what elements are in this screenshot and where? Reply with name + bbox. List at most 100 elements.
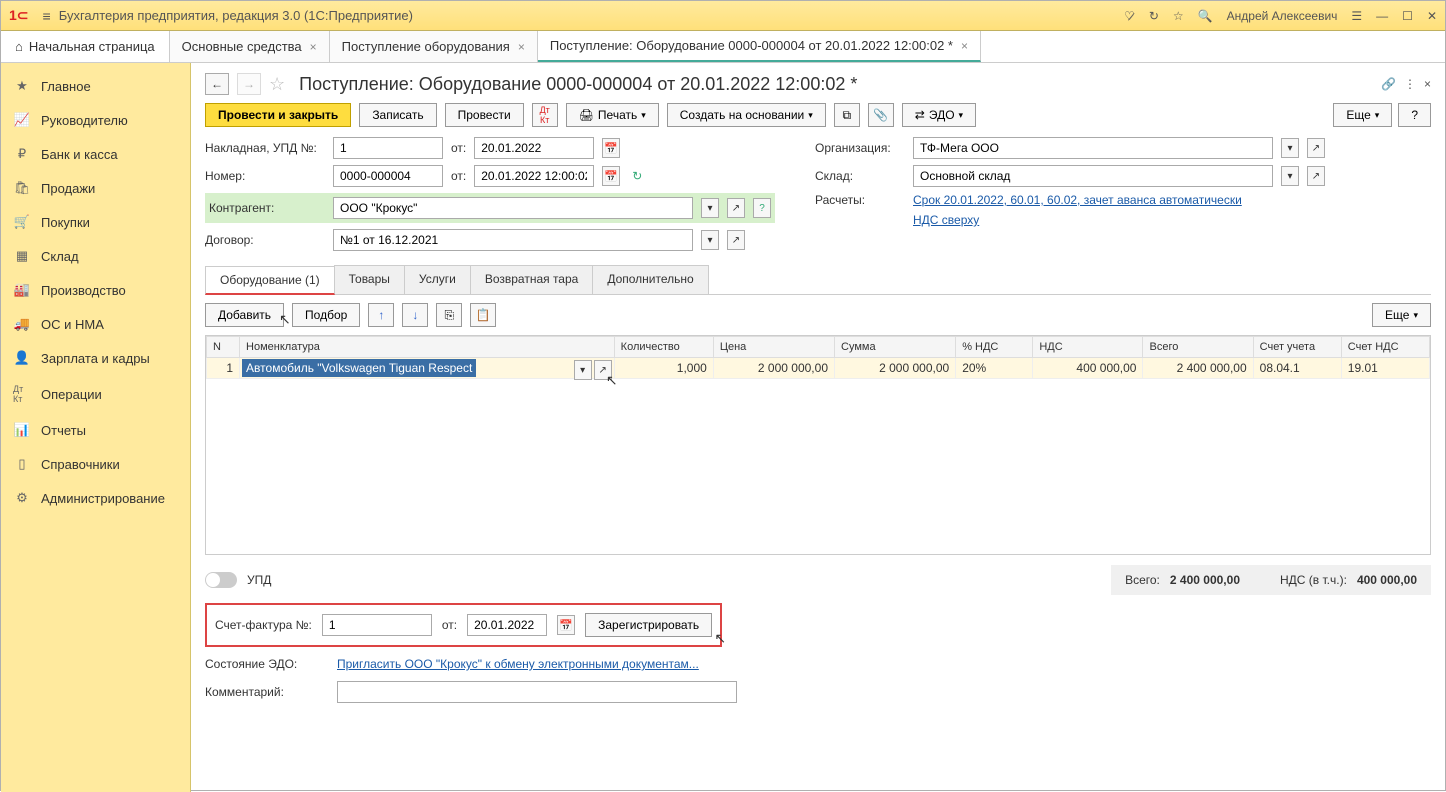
help-icon[interactable]: ? (753, 198, 771, 218)
tab-extra[interactable]: Дополнительно (592, 265, 708, 294)
sidebar-item-reports[interactable]: 📊Отчеты (1, 413, 190, 447)
sidebar-item-main[interactable]: ★Главное (1, 69, 190, 103)
sf-no-input[interactable] (322, 614, 432, 636)
sklad-input[interactable] (913, 165, 1273, 187)
edo-invite-link[interactable]: Пригласить ООО "Крокус" к обмену электро… (337, 657, 699, 671)
user-name[interactable]: Андрей Алексеевич (1227, 9, 1338, 23)
post-button[interactable]: Провести (445, 103, 524, 127)
dropdown-icon[interactable]: ▾ (701, 230, 719, 250)
sidebar-item-production[interactable]: 🏭Производство (1, 273, 190, 307)
number-date-input[interactable] (474, 165, 594, 187)
sidebar-item-manager[interactable]: 📈Руководителю (1, 103, 190, 137)
write-button[interactable]: Записать (359, 103, 436, 127)
add-button[interactable]: Добавить (205, 303, 284, 327)
more-icon[interactable]: ⋮ (1404, 77, 1416, 91)
dt-kt-button[interactable]: ДтКт (532, 103, 558, 127)
equipment-table: N Номенклатура Количество Цена Сумма % Н… (205, 335, 1431, 555)
upd-label: УПД (247, 573, 271, 587)
tab-home[interactable]: ⌂ Начальная страница (1, 31, 170, 62)
maximize-icon[interactable]: ☐ (1402, 9, 1413, 23)
tab-tara[interactable]: Возвратная тара (470, 265, 594, 294)
edo-button[interactable]: ⇄ЭДО (902, 103, 976, 127)
attach-button[interactable]: 📎 (868, 103, 894, 127)
tab-current-document[interactable]: Поступление: Оборудование 0000-000004 от… (538, 31, 981, 62)
back-button[interactable]: ← (205, 73, 229, 95)
gear-icon: ⚙ (13, 490, 31, 506)
raschety-link[interactable]: Срок 20.01.2022, 60.01, 60.02, зачет ава… (913, 193, 1242, 207)
sf-date-input[interactable] (467, 614, 547, 636)
close-icon[interactable]: × (518, 40, 525, 54)
print-button[interactable]: 🖨Печать (566, 103, 659, 127)
col-vat-acct: Счет НДС (1341, 337, 1429, 358)
register-button[interactable]: Зарегистрировать (585, 613, 712, 637)
pick-button[interactable]: Подбор (292, 303, 360, 327)
search-icon[interactable]: 🔍 (1198, 9, 1213, 23)
close-icon[interactable]: × (310, 40, 317, 54)
bell-icon[interactable]: ♡̷ (1124, 9, 1135, 23)
menu-icon[interactable]: ≡ (43, 8, 51, 24)
tab-services[interactable]: Услуги (404, 265, 471, 294)
nds-link[interactable]: НДС сверху (913, 213, 979, 227)
col-sum: Сумма (835, 337, 956, 358)
nomen-cell-editing[interactable]: Автомобиль "Volkswagen Tiguan Respect (242, 359, 476, 377)
copy-button[interactable]: ⎘ (436, 303, 462, 327)
comment-label: Комментарий: (205, 685, 325, 699)
settings-icon[interactable]: ☰ (1351, 9, 1362, 23)
calendar-icon[interactable]: 📅 (602, 166, 620, 186)
contragent-input[interactable] (333, 197, 693, 219)
tab-goods[interactable]: Товары (334, 265, 405, 294)
dropdown-icon[interactable]: ▾ (1281, 166, 1299, 186)
upd-toggle[interactable] (205, 572, 237, 588)
paste-button[interactable]: 📋 (470, 303, 496, 327)
minimize-icon[interactable]: — (1376, 9, 1388, 23)
help-button[interactable]: ? (1398, 103, 1431, 127)
history-icon[interactable]: ↻ (1149, 9, 1159, 23)
sidebar-item-salary[interactable]: 👤Зарплата и кадры (1, 341, 190, 375)
close-icon[interactable]: ✕ (1427, 9, 1437, 23)
open-icon[interactable]: ↗ (1307, 138, 1325, 158)
create-based-button[interactable]: Создать на основании (667, 103, 826, 127)
dogovor-input[interactable] (333, 229, 693, 251)
calendar-icon[interactable]: 📅 (602, 138, 620, 158)
tabsbar: ⌂ Начальная страница Основные средства ×… (1, 31, 1445, 63)
comment-input[interactable] (337, 681, 737, 703)
more-button[interactable]: Еще (1333, 103, 1392, 127)
sidebar-item-warehouse[interactable]: ▦Склад (1, 239, 190, 273)
sidebar-item-purchases[interactable]: 🛒Покупки (1, 205, 190, 239)
move-down-button[interactable]: ↓ (402, 303, 428, 327)
post-close-button[interactable]: Провести и закрыть (205, 103, 351, 127)
tab-equipment[interactable]: Оборудование (1) (205, 266, 335, 295)
tab-equipment-receipt[interactable]: Поступление оборудования × (330, 31, 538, 62)
sidebar-item-sales[interactable]: 🛍Продажи (1, 171, 190, 205)
refresh-icon[interactable]: ↻ (632, 169, 642, 183)
close-icon[interactable]: × (961, 39, 968, 53)
open-icon[interactable]: ↗ (594, 360, 612, 380)
star-icon[interactable]: ☆ (1173, 9, 1184, 23)
struct-button[interactable]: ⧉ (834, 103, 860, 127)
tab-fixed-assets[interactable]: Основные средства × (170, 31, 330, 62)
sidebar-item-operations[interactable]: Дт КтОперации (1, 375, 190, 413)
open-icon[interactable]: ↗ (727, 198, 745, 218)
move-up-button[interactable]: ↑ (368, 303, 394, 327)
invoice-no-input[interactable] (333, 137, 443, 159)
close-icon[interactable]: × (1424, 77, 1431, 91)
sidebar-item-bank[interactable]: ₽Банк и касса (1, 137, 190, 171)
dropdown-icon[interactable]: ▾ (574, 360, 592, 380)
number-input[interactable] (333, 165, 443, 187)
sidebar-item-assets[interactable]: 🚚ОС и НМА (1, 307, 190, 341)
forward-button[interactable]: → (237, 73, 261, 95)
open-icon[interactable]: ↗ (1307, 166, 1325, 186)
table-row[interactable]: 1 Автомобиль "Volkswagen Tiguan Respect … (207, 358, 1430, 379)
calendar-icon[interactable]: 📅 (557, 615, 575, 635)
org-input[interactable] (913, 137, 1273, 159)
sidebar-item-dictionaries[interactable]: ▯Справочники (1, 447, 190, 481)
invoice-date-input[interactable] (474, 137, 594, 159)
table-more-button[interactable]: Еще (1372, 303, 1431, 327)
dropdown-icon[interactable]: ▾ (1281, 138, 1299, 158)
open-icon[interactable]: ↗ (727, 230, 745, 250)
link-icon[interactable]: 🔗 (1381, 77, 1396, 91)
sidebar-item-admin[interactable]: ⚙Администрирование (1, 481, 190, 515)
dropdown-icon[interactable]: ▾ (701, 198, 719, 218)
favorite-icon[interactable]: ☆ (269, 74, 285, 95)
dogovor-label: Договор: (205, 233, 325, 247)
